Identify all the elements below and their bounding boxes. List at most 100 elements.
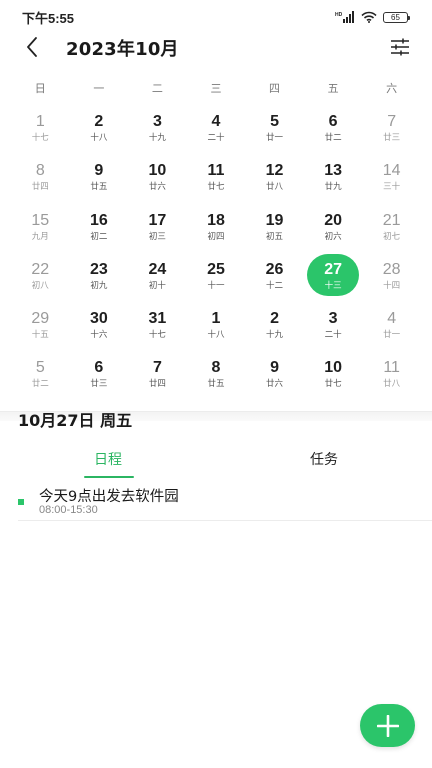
- calendar-day[interactable]: 9 廿五: [70, 161, 129, 210]
- calendar-day[interactable]: 17 初三: [128, 211, 187, 260]
- calendar-day[interactable]: 13 廿九: [304, 161, 363, 210]
- day-number: 9: [94, 162, 104, 180]
- calendar-day[interactable]: 3 二十: [304, 309, 363, 358]
- lunar-date: 初九: [90, 280, 108, 291]
- calendar-day[interactable]: 26 十二: [245, 260, 304, 309]
- calendar-week-row: 5 廿二 6 廿三 7 廿四 8 廿五 9 廿六 10 廿七 11 廿八: [11, 358, 421, 407]
- calendar-day-selected[interactable]: 27 十三: [304, 253, 363, 309]
- weekday-header: 日一二三四五六: [0, 80, 432, 96]
- calendar-day[interactable]: 16 初二: [70, 211, 129, 260]
- lunar-date: 九月: [31, 231, 49, 242]
- day-number: 10: [148, 162, 167, 180]
- lunar-date: 廿四: [148, 379, 166, 390]
- calendar-day[interactable]: 12 廿八: [245, 161, 304, 210]
- day-number: 8: [35, 162, 45, 180]
- signal-icon: HD: [335, 11, 354, 23]
- weekday-label: 三: [210, 82, 222, 95]
- day-number: 30: [89, 310, 108, 328]
- tab-bar: 日程 任务: [0, 446, 432, 480]
- calendar-day[interactable]: 20 初六: [304, 211, 363, 260]
- day-number: 5: [270, 113, 279, 130]
- day-number: 18: [207, 211, 225, 229]
- day-number: 22: [31, 260, 50, 278]
- calendar-day[interactable]: 4 廿一: [362, 309, 421, 358]
- calendar-day[interactable]: 21 初七: [362, 211, 421, 260]
- hd-label: HD: [335, 12, 343, 18]
- lunar-date: 初六: [324, 231, 342, 242]
- calendar-day[interactable]: 1 十八: [187, 309, 246, 358]
- day-number: 29: [31, 310, 50, 328]
- calendar-day[interactable]: 10 廿六: [128, 161, 187, 210]
- calendar-day[interactable]: 14 三十: [362, 161, 421, 210]
- lunar-date: 十四: [383, 280, 401, 291]
- lunar-date: 十七: [148, 330, 166, 341]
- day-number: 20: [324, 211, 342, 229]
- calendar-day[interactable]: 15 九月: [11, 211, 70, 260]
- calendar-day[interactable]: 25 十一: [187, 260, 246, 309]
- day-number: 9: [270, 359, 279, 377]
- day-number: 7: [152, 359, 162, 377]
- day-number: 7: [387, 113, 397, 130]
- weekday-label: 日: [34, 82, 46, 95]
- calendar-day[interactable]: 2 十八: [70, 112, 129, 161]
- event-item[interactable]: 今天9点出发去软件园 08:00-15:30: [18, 483, 432, 521]
- calendar-day[interactable]: 2 十九: [245, 309, 304, 358]
- day-number: 11: [383, 359, 400, 377]
- tab-schedule[interactable]: 日程: [0, 446, 216, 480]
- calendar-day[interactable]: 31 十七: [128, 309, 187, 358]
- calendar-day[interactable]: 6 廿三: [70, 358, 129, 407]
- calendar-day[interactable]: 3 十九: [128, 112, 187, 161]
- tab-tasks[interactable]: 任务: [216, 446, 432, 480]
- filter-button[interactable]: [390, 37, 410, 57]
- calendar-day[interactable]: 29 十五: [11, 309, 70, 358]
- calendar-day[interactable]: 1 十七: [11, 112, 70, 161]
- lunar-date: 三十: [383, 182, 401, 193]
- lunar-date: 十一: [207, 280, 225, 291]
- calendar-day[interactable]: 18 初四: [187, 211, 246, 260]
- lunar-date: 廿七: [207, 182, 225, 193]
- status-bar: 下午5:55 HD 65: [0, 0, 432, 34]
- calendar-day[interactable]: 8 廿五: [187, 358, 246, 407]
- calendar-day[interactable]: 5 廿二: [11, 358, 70, 407]
- back-button[interactable]: [22, 36, 42, 58]
- lunar-date: 廿八: [266, 182, 284, 193]
- lunar-date: 廿六: [148, 182, 166, 193]
- status-icons: HD 65: [335, 11, 410, 23]
- calendar-day[interactable]: 10 廿七: [304, 358, 363, 407]
- lunar-date: 十六: [90, 330, 108, 341]
- calendar-day[interactable]: 23 初九: [70, 260, 129, 309]
- calendar-day[interactable]: 8 廿四: [11, 161, 70, 210]
- calendar-day[interactable]: 19 初五: [245, 211, 304, 260]
- calendar-day[interactable]: 28 十四: [362, 260, 421, 309]
- lunar-date: 十八: [207, 330, 225, 341]
- lunar-date: 二十: [207, 133, 225, 143]
- calendar-day[interactable]: 9 廿六: [245, 358, 304, 407]
- calendar-week-row: 29 十五 30 十六 31 十七 1 十八 2 十九 3 二十 4 廿一: [11, 309, 421, 358]
- calendar-day[interactable]: 22 初八: [11, 260, 70, 309]
- calendar-day[interactable]: 4 二十: [187, 112, 246, 161]
- calendar-day[interactable]: 11 廿八: [362, 358, 421, 407]
- calendar-day[interactable]: 11 廿七: [187, 161, 246, 210]
- lunar-date: 廿四: [31, 182, 49, 193]
- calendar-day[interactable]: 24 初十: [128, 260, 187, 309]
- selected-date-label: 10月27日 周五: [18, 411, 133, 430]
- lunar-date: 初三: [148, 231, 166, 242]
- calendar-day[interactable]: 6 廿二: [304, 112, 363, 161]
- event-color-dot: [18, 499, 24, 505]
- event-title: 今天9点出发去软件园: [39, 489, 179, 505]
- calendar-day[interactable]: 7 廿三: [362, 112, 421, 161]
- calendar-day[interactable]: 5 廿一: [245, 112, 304, 161]
- day-number: 13: [324, 162, 342, 180]
- calendar-day[interactable]: 7 廿四: [128, 358, 187, 407]
- day-number: 3: [152, 113, 162, 130]
- calendar-day[interactable]: 30 十六: [70, 309, 129, 358]
- battery-level: 65: [391, 12, 400, 22]
- add-event-button[interactable]: [360, 704, 415, 747]
- month-title[interactable]: 2023年10月: [66, 35, 179, 61]
- lunar-date: 廿六: [266, 379, 284, 390]
- battery-icon: 65: [383, 11, 410, 23]
- lunar-date: 廿二: [324, 133, 342, 143]
- lunar-date: 十九: [266, 330, 284, 341]
- weekday-label: 四: [269, 82, 281, 95]
- day-number: 17: [148, 211, 167, 229]
